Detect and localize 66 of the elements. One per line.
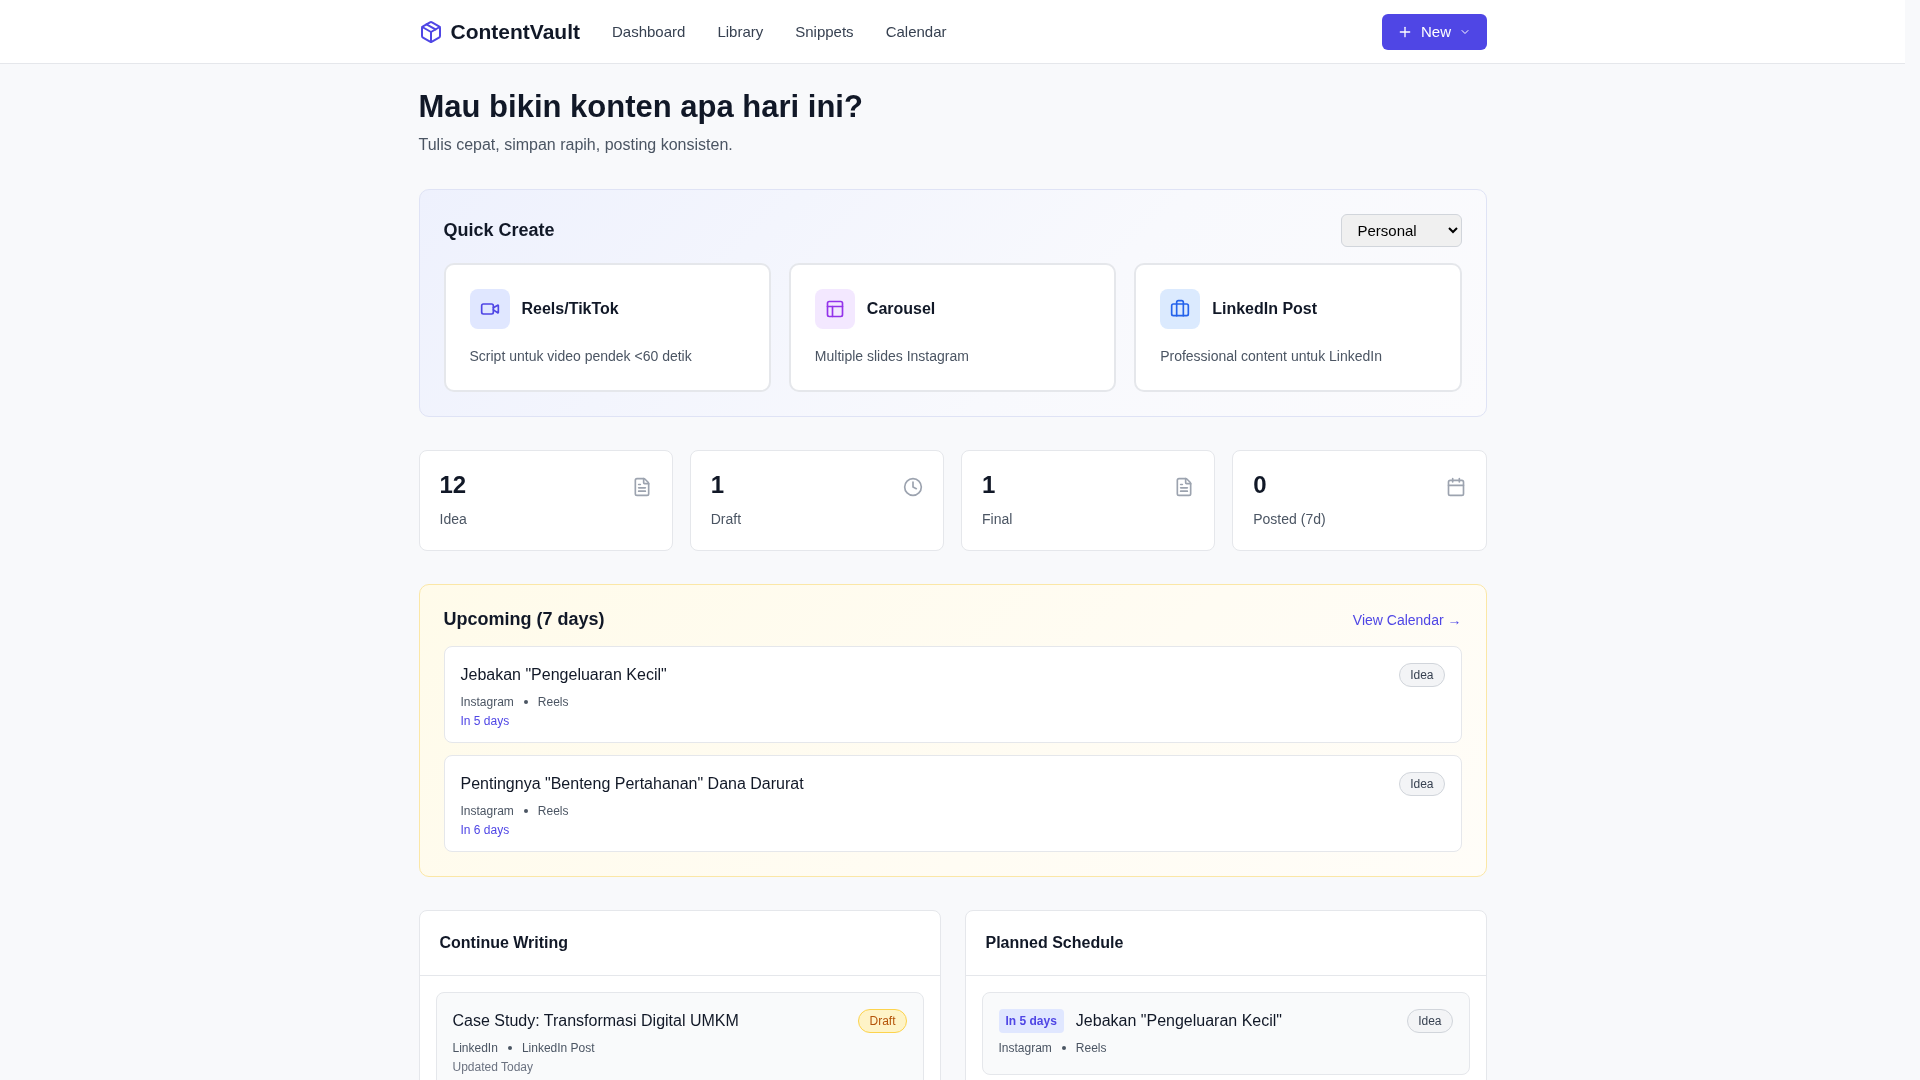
- card-title: Carousel: [866, 300, 936, 318]
- template-card[interactable]: Carousel Multiple slides Instagram: [788, 263, 1117, 392]
- template-card[interactable]: Reels/TikTok Script untuk video pendek <60 detik: [443, 263, 771, 392]
- item-title: Jebakan "Pengeluaran Kecil": [1075, 1012, 1283, 1030]
- stat-label: Draft: [710, 511, 742, 527]
- status-badge: Idea: [1399, 772, 1445, 796]
- format-label: LinkedIn Post: [521, 1041, 595, 1055]
- template-card[interactable]: LinkedIn Post Professional content untuk LinkedIn: [1134, 263, 1462, 392]
- clock-icon: [903, 477, 923, 497]
- due-label: In 5 days: [460, 714, 511, 728]
- platform-label: Instagram: [460, 804, 514, 818]
- item-title: Case Study: Transformasi Digital UMKM: [452, 1012, 739, 1030]
- page-title: Mau bikin konten apa hari ini?: [418, 88, 864, 126]
- content-item[interactable]: Case Study: Transformasi Digital UMKM Draft LinkedIn LinkedIn Post Updated Today: [435, 992, 924, 1080]
- platform-label: Instagram: [460, 695, 514, 709]
- card-description: Professional content untuk LinkedIn: [1160, 348, 1383, 364]
- card-title: LinkedIn Post: [1212, 300, 1318, 318]
- nav-link[interactable]: Library: [701, 15, 780, 48]
- layout-icon: [814, 289, 855, 329]
- format-label: Reels: [537, 804, 569, 818]
- card-heading: Planned Schedule: [965, 911, 1486, 976]
- card-heading: Continue Writing: [419, 911, 940, 976]
- document-icon: [1174, 477, 1195, 497]
- card-title: Reels/TikTok: [521, 300, 619, 318]
- status-badge: Idea: [1407, 1009, 1453, 1033]
- stat-value: 1: [710, 471, 726, 499]
- status-badge: Draft: [858, 1009, 907, 1033]
- briefcase-icon: [1160, 289, 1201, 329]
- content-item[interactable]: Pentingnya "Benteng Pertahanan" Dana Darurat Idea Instagram Reels In 6 days: [443, 755, 1462, 852]
- content-item[interactable]: Jebakan "Pengeluaran Kecil" Idea Instagram Reels In 5 days: [443, 646, 1462, 743]
- calendar-icon: [1445, 477, 1466, 497]
- card-description: Multiple slides Instagram: [814, 348, 970, 364]
- due-tag: In 5 days: [998, 1009, 1064, 1033]
- stat-value: 1: [982, 471, 997, 499]
- nav-link[interactable]: Calendar: [869, 15, 963, 48]
- separator-dot: [1061, 1046, 1066, 1050]
- item-title: Pentingnya "Benteng Pertahanan" Dana Darurat: [460, 775, 804, 793]
- page-subtitle: Tulis cepat, simpan rapih, posting konsisten.: [418, 136, 734, 154]
- new-button[interactable]: New: [1381, 13, 1487, 50]
- stat-value: 12: [439, 471, 467, 499]
- app-logo[interactable]: ContentVault: [450, 19, 580, 44]
- separator-dot: [523, 700, 528, 704]
- account-select[interactable]: Personal: [1340, 214, 1462, 247]
- section-title: Quick Create: [443, 220, 555, 241]
- platform-label: Instagram: [998, 1041, 1052, 1055]
- nav-link[interactable]: Dashboard: [596, 15, 702, 48]
- nav-link[interactable]: Snippets: [779, 15, 870, 48]
- content-item[interactable]: In 5 days Jebakan "Pengeluaran Kecil" Idea Instagram Reels: [981, 992, 1470, 1075]
- view-calendar-link[interactable]: View Calendar →: [1352, 611, 1462, 628]
- status-badge: Idea: [1399, 663, 1445, 687]
- due-label: In 6 days: [460, 823, 511, 837]
- separator-dot: [523, 809, 528, 813]
- separator-dot: [507, 1046, 512, 1050]
- format-label: Reels: [537, 695, 569, 709]
- card-description: Script untuk video pendek <60 detik: [469, 348, 693, 364]
- platform-label: LinkedIn: [452, 1041, 498, 1055]
- stat-value: 0: [1253, 471, 1268, 499]
- video-camera-icon: [469, 289, 510, 329]
- stat-label: Idea: [439, 511, 467, 527]
- stat-label: Posted (7d): [1253, 511, 1326, 527]
- cube-icon: [418, 19, 443, 44]
- format-label: Reels: [1075, 1041, 1107, 1055]
- item-title: Jebakan "Pengeluaran Kecil": [460, 666, 667, 684]
- updated-label: Updated Today: [452, 1060, 534, 1074]
- section-title: Upcoming (7 days): [443, 609, 605, 630]
- stat-label: Final: [982, 511, 1013, 527]
